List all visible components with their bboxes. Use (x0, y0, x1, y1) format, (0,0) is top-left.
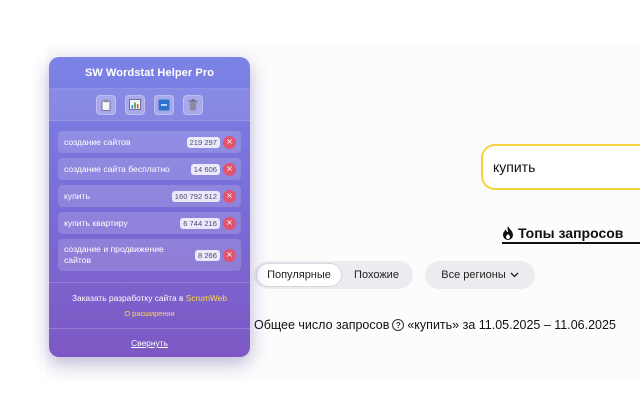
keyword-count: 6 744 216 (180, 217, 220, 229)
keyword-count: 160 792 512 (171, 190, 220, 202)
keyword-text: купить квартиру (64, 217, 128, 228)
total-requests-line: Общее число запросов ? «купить» за 11.05… (254, 318, 616, 332)
keyword-text: создание сайта бесплатно (64, 163, 170, 174)
region-label: Все регионы (441, 269, 506, 281)
order-text: Заказать разработку сайта в (71, 293, 186, 303)
wordstat-helper-popup: SW Wordstat Helper Pro создание сайтов 2… (49, 57, 250, 357)
keyword-count: 219 297 (186, 136, 220, 148)
delete-keyword-button[interactable]: × (223, 162, 236, 176)
delete-keyword-button[interactable]: × (223, 135, 236, 149)
tab-similar[interactable]: Похожие (342, 263, 411, 287)
keyword-item: купить квартиру 6 744 216 × (58, 212, 241, 234)
remove-button[interactable] (154, 94, 174, 115)
tops-tab[interactable]: Топы запросов (502, 223, 623, 243)
keyword-count: 14 606 (190, 163, 220, 175)
keyword-item: купить 160 792 512 × (58, 185, 241, 207)
delete-keyword-button[interactable]: × (223, 248, 236, 262)
chevron-down-icon (510, 272, 519, 278)
order-section: Заказать разработку сайта в ScrumWeb О р… (49, 282, 250, 328)
collapse-link[interactable]: Свернуть (49, 328, 250, 357)
tops-label: Топы запросов (518, 225, 624, 241)
keyword-text: создание сайтов (64, 136, 131, 147)
export-button[interactable] (125, 94, 145, 115)
search-input[interactable]: купить (481, 144, 640, 190)
keyword-text: создание и продвижение сайтов (64, 244, 164, 265)
keyword-item: создание сайтов 219 297 × (58, 131, 241, 153)
keyword-item: создание сайта бесплатно 14 606 × (58, 158, 241, 180)
order-line: Заказать разработку сайта в ScrumWeb (72, 293, 227, 303)
copy-button[interactable] (96, 94, 116, 115)
trash-icon (188, 98, 198, 110)
total-prefix: Общее число запросов (254, 318, 390, 332)
clipboard-icon (101, 99, 111, 111)
delete-keyword-button[interactable]: × (223, 189, 236, 203)
region-select[interactable]: Все регионы (425, 261, 535, 289)
tops-underline (502, 242, 640, 244)
minus-icon (158, 99, 170, 110)
fire-icon (503, 226, 513, 240)
tab-popular[interactable]: Популярные (256, 263, 342, 287)
keyword-list: создание сайтов 219 297 × создание сайта… (49, 121, 250, 271)
clear-button[interactable] (183, 94, 203, 115)
keyword-text: купить (64, 190, 91, 201)
delete-keyword-button[interactable]: × (223, 216, 236, 230)
chart-icon (129, 99, 141, 110)
help-icon[interactable]: ? (392, 319, 405, 331)
search-query: купить (493, 159, 536, 175)
popup-toolbar (49, 89, 250, 121)
left-margin (0, 0, 46, 400)
popup-title: SW Wordstat Helper Pro (49, 57, 250, 89)
keyword-count: 8 266 (194, 249, 220, 261)
about-link[interactable]: О расширении (124, 309, 174, 318)
order-link[interactable]: ScrumWeb (186, 293, 227, 303)
keyword-item: создание и продвижение сайтов 8 266 × (58, 239, 241, 271)
page: купить Топы запросов Популярные Похожие … (0, 0, 640, 400)
total-suffix: «купить» за 11.05.2025 – 11.06.2025 (407, 318, 616, 332)
results-tabs: Популярные Похожие (254, 261, 413, 289)
